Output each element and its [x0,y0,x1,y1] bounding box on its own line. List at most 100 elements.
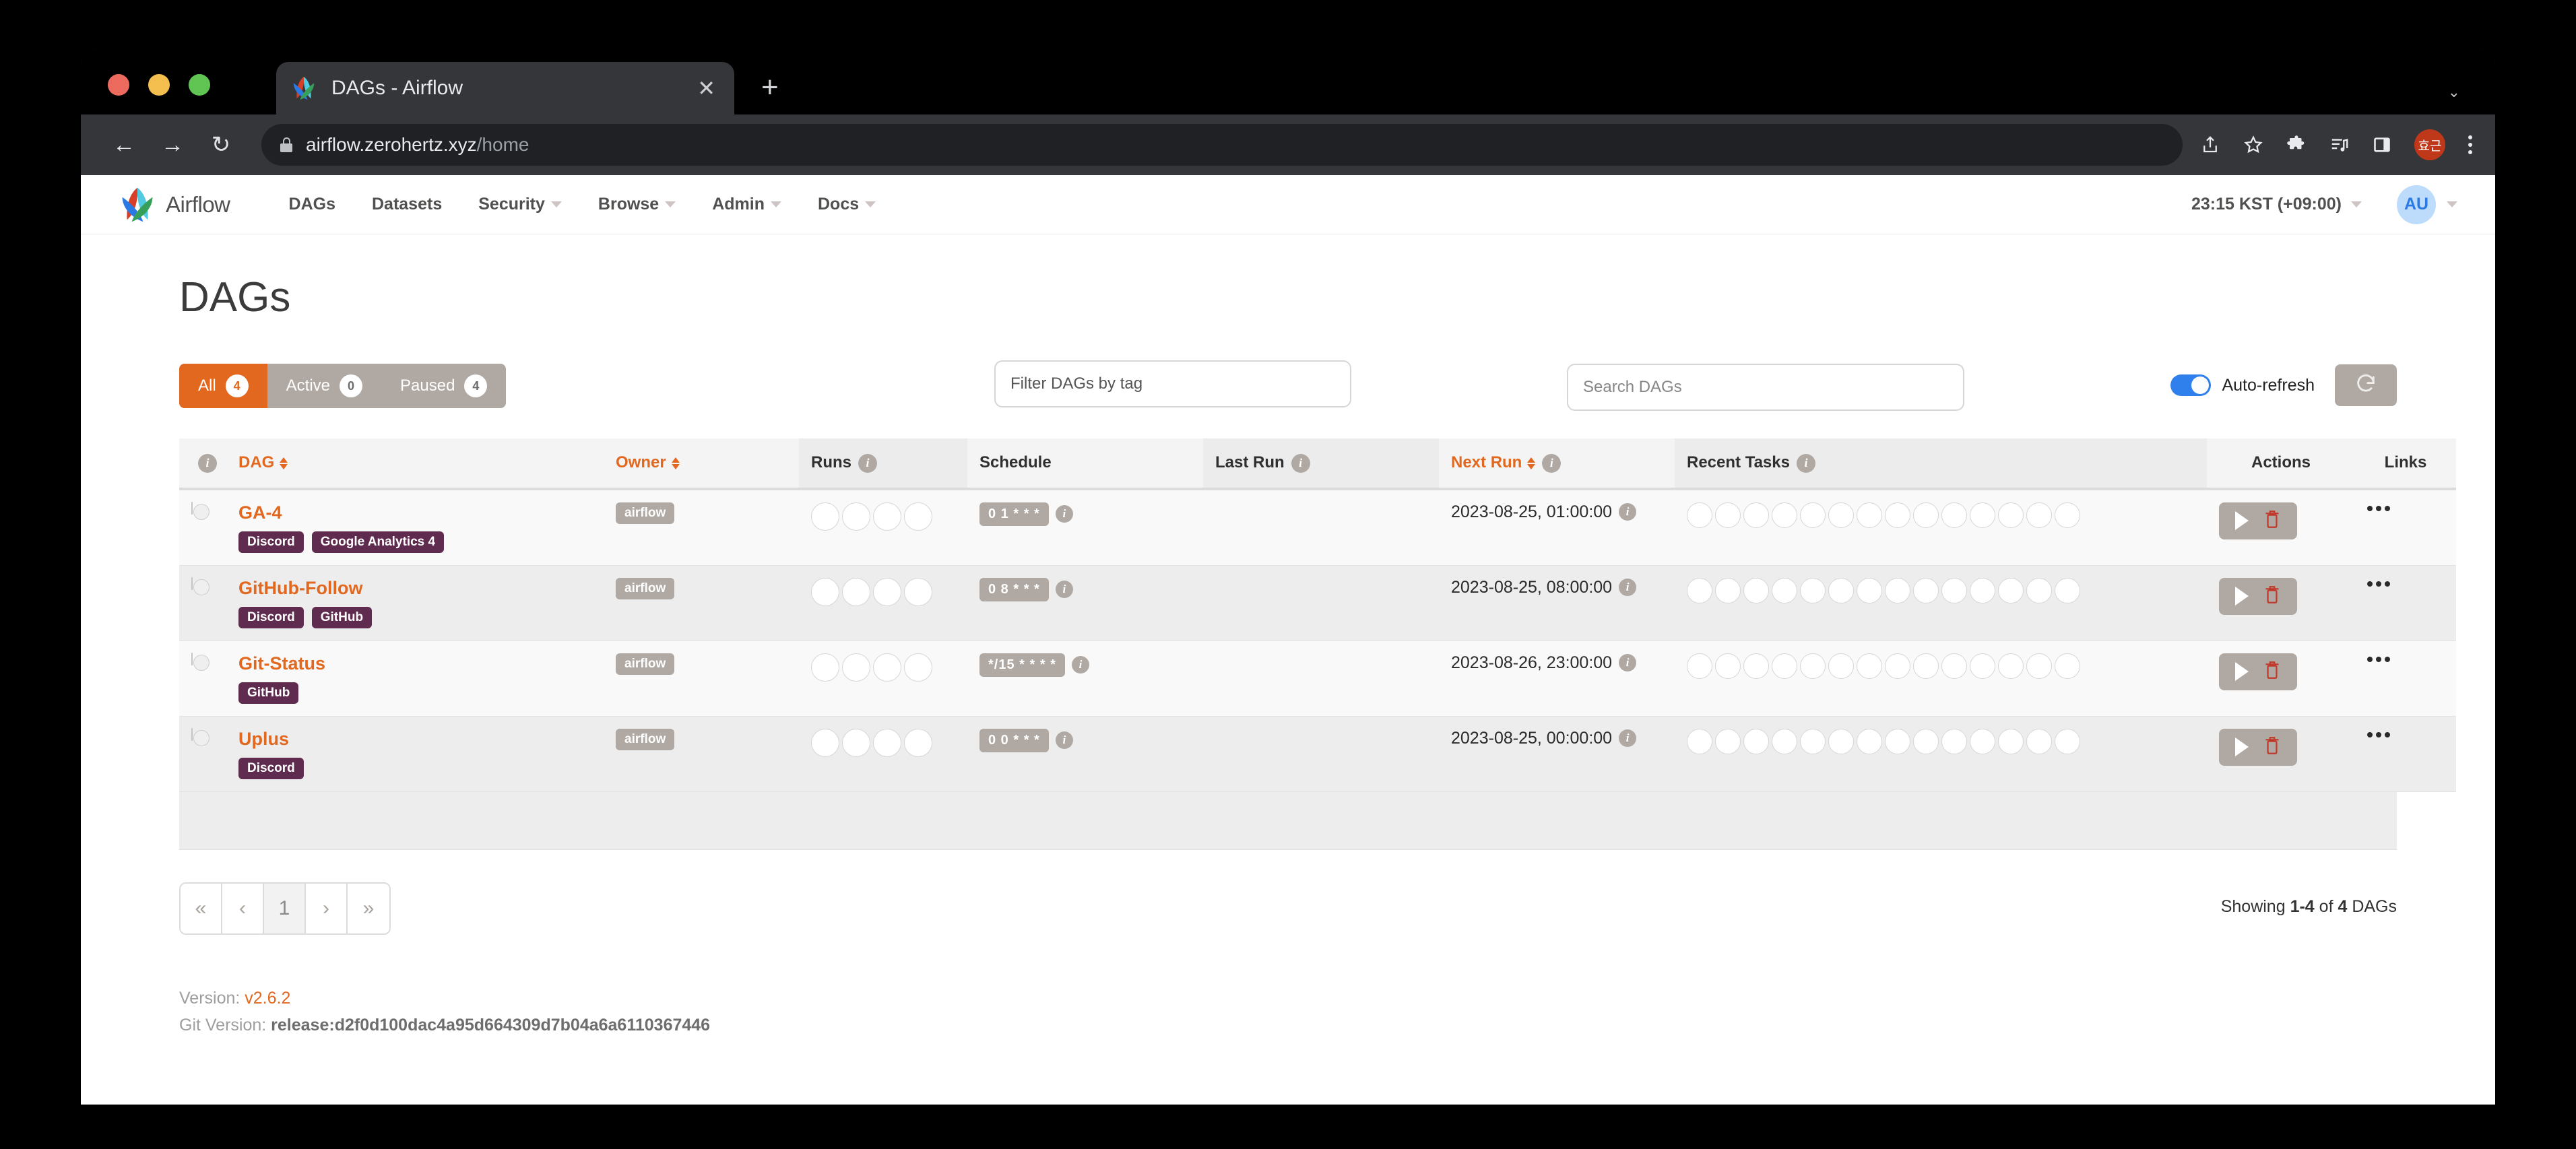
run-status-circle[interactable] [842,728,870,757]
task-status-circle[interactable] [1828,653,1854,679]
dag-tag[interactable]: GitHub [238,682,299,704]
task-status-circle[interactable] [1715,502,1741,528]
task-status-circle[interactable] [1828,577,1854,603]
info-icon[interactable]: i [1542,453,1561,473]
tag-filter-input[interactable]: Filter DAGs by tag [994,360,1351,407]
dag-name-link[interactable]: Git-Status [238,653,591,674]
sidebar-panel-icon[interactable] [2373,135,2391,154]
nav-item-browse[interactable]: Browse [580,195,694,214]
dag-owner-badge[interactable]: airflow [616,728,675,750]
task-status-circle[interactable] [1687,577,1712,603]
profile-avatar[interactable]: 효근 [2414,129,2445,160]
task-status-circle[interactable] [1857,653,1882,679]
task-status-circle[interactable] [1715,728,1741,754]
task-status-circle[interactable] [1941,577,1967,603]
info-icon[interactable]: i [1619,729,1637,748]
chevron-down-icon[interactable]: ⌄ [2448,84,2460,101]
task-status-circle[interactable] [1687,502,1712,528]
dag-pause-toggle[interactable] [191,652,210,671]
task-status-circle[interactable] [2055,728,2080,754]
delete-dag-icon[interactable] [2263,735,2281,759]
run-status-circle[interactable] [904,577,932,606]
info-icon[interactable]: i [858,453,877,473]
run-status-circle[interactable] [873,728,901,757]
run-status-circle[interactable] [811,728,839,757]
close-tab-icon[interactable]: ✕ [693,77,719,99]
info-icon[interactable]: i [198,453,217,473]
task-status-circle[interactable] [1913,502,1939,528]
run-status-circle[interactable] [904,728,932,757]
task-status-circle[interactable] [2055,653,2080,679]
trigger-dag-icon[interactable] [2235,587,2249,606]
bookmark-star-icon[interactable] [2243,135,2263,155]
dag-links-menu-icon[interactable] [2367,581,2390,587]
dag-owner-badge[interactable]: airflow [616,502,675,524]
forward-icon[interactable]: → [148,132,197,158]
dag-owner-badge[interactable]: airflow [616,577,675,599]
dag-name-link[interactable]: Uplus [238,729,591,750]
trigger-dag-icon[interactable] [2235,662,2249,682]
delete-dag-icon[interactable] [2263,660,2281,684]
task-status-circle[interactable] [1857,728,1882,754]
nav-item-dags[interactable]: DAGs [271,195,354,214]
run-status-circle[interactable] [873,502,901,531]
task-status-circle[interactable] [1687,653,1712,679]
back-icon[interactable]: ← [100,132,148,158]
task-status-circle[interactable] [2026,502,2052,528]
task-status-circle[interactable] [2026,728,2052,754]
task-status-circle[interactable] [1885,577,1910,603]
task-status-circle[interactable] [1998,502,2024,528]
filter-tab-paused[interactable]: Paused 4 [381,364,506,408]
task-status-circle[interactable] [1998,653,2024,679]
trigger-dag-icon[interactable] [2235,737,2249,757]
info-icon[interactable]: i [1071,656,1089,674]
dag-schedule-badge[interactable]: 0 8 * * * [979,577,1049,601]
minimize-window-button[interactable] [148,74,170,96]
pagination-page-1[interactable]: 1 [264,883,306,933]
delete-dag-icon[interactable] [2263,509,2281,533]
task-status-circle[interactable] [1970,577,1995,603]
run-status-circle[interactable] [842,653,870,682]
new-tab-icon[interactable]: + [761,73,779,102]
dag-pause-toggle[interactable] [191,727,210,746]
pagination-prev[interactable]: ‹ [222,883,264,933]
search-dags-input[interactable]: Search DAGs [1567,364,1964,411]
task-status-circle[interactable] [1828,502,1854,528]
browser-tab[interactable]: DAGs - Airflow ✕ [276,62,734,114]
run-status-circle[interactable] [904,502,932,531]
dag-pause-toggle[interactable] [191,501,210,520]
task-status-circle[interactable] [1857,577,1882,603]
task-status-circle[interactable] [2055,577,2080,603]
task-status-circle[interactable] [1970,653,1995,679]
share-icon[interactable] [2200,135,2220,155]
task-status-circle[interactable] [1857,502,1882,528]
dag-links-menu-icon[interactable] [2367,731,2390,737]
dag-tag[interactable]: Google Analytics 4 [311,531,445,553]
run-status-circle[interactable] [873,653,901,682]
refresh-button[interactable] [2335,364,2397,406]
task-status-circle[interactable] [1715,653,1741,679]
airflow-brand[interactable]: Airflow [119,186,230,224]
nav-item-security[interactable]: Security [460,195,580,214]
task-status-circle[interactable] [1885,653,1910,679]
nav-item-datasets[interactable]: Datasets [354,195,460,214]
run-status-circle[interactable] [842,577,870,606]
info-icon[interactable]: i [1796,453,1815,473]
col-header-owner[interactable]: Owner [604,438,799,490]
dag-owner-badge[interactable]: airflow [616,653,675,675]
run-status-circle[interactable] [842,502,870,531]
task-status-circle[interactable] [2026,577,2052,603]
dag-schedule-badge[interactable]: */15 * * * * [979,653,1065,677]
task-status-circle[interactable] [1743,577,1769,603]
dag-links-menu-icon[interactable] [2367,656,2390,662]
task-status-circle[interactable] [1941,728,1967,754]
user-avatar[interactable]: AU [2397,185,2436,224]
filter-tab-all[interactable]: All 4 [179,364,267,408]
version-value[interactable]: v2.6.2 [245,989,290,1008]
info-icon[interactable]: i [1055,581,1073,599]
dag-tag[interactable]: Discord [238,757,304,779]
task-status-circle[interactable] [2026,653,2052,679]
dag-schedule-badge[interactable]: 0 0 * * * [979,728,1049,752]
task-status-circle[interactable] [1970,502,1995,528]
info-icon[interactable]: i [1291,453,1310,473]
